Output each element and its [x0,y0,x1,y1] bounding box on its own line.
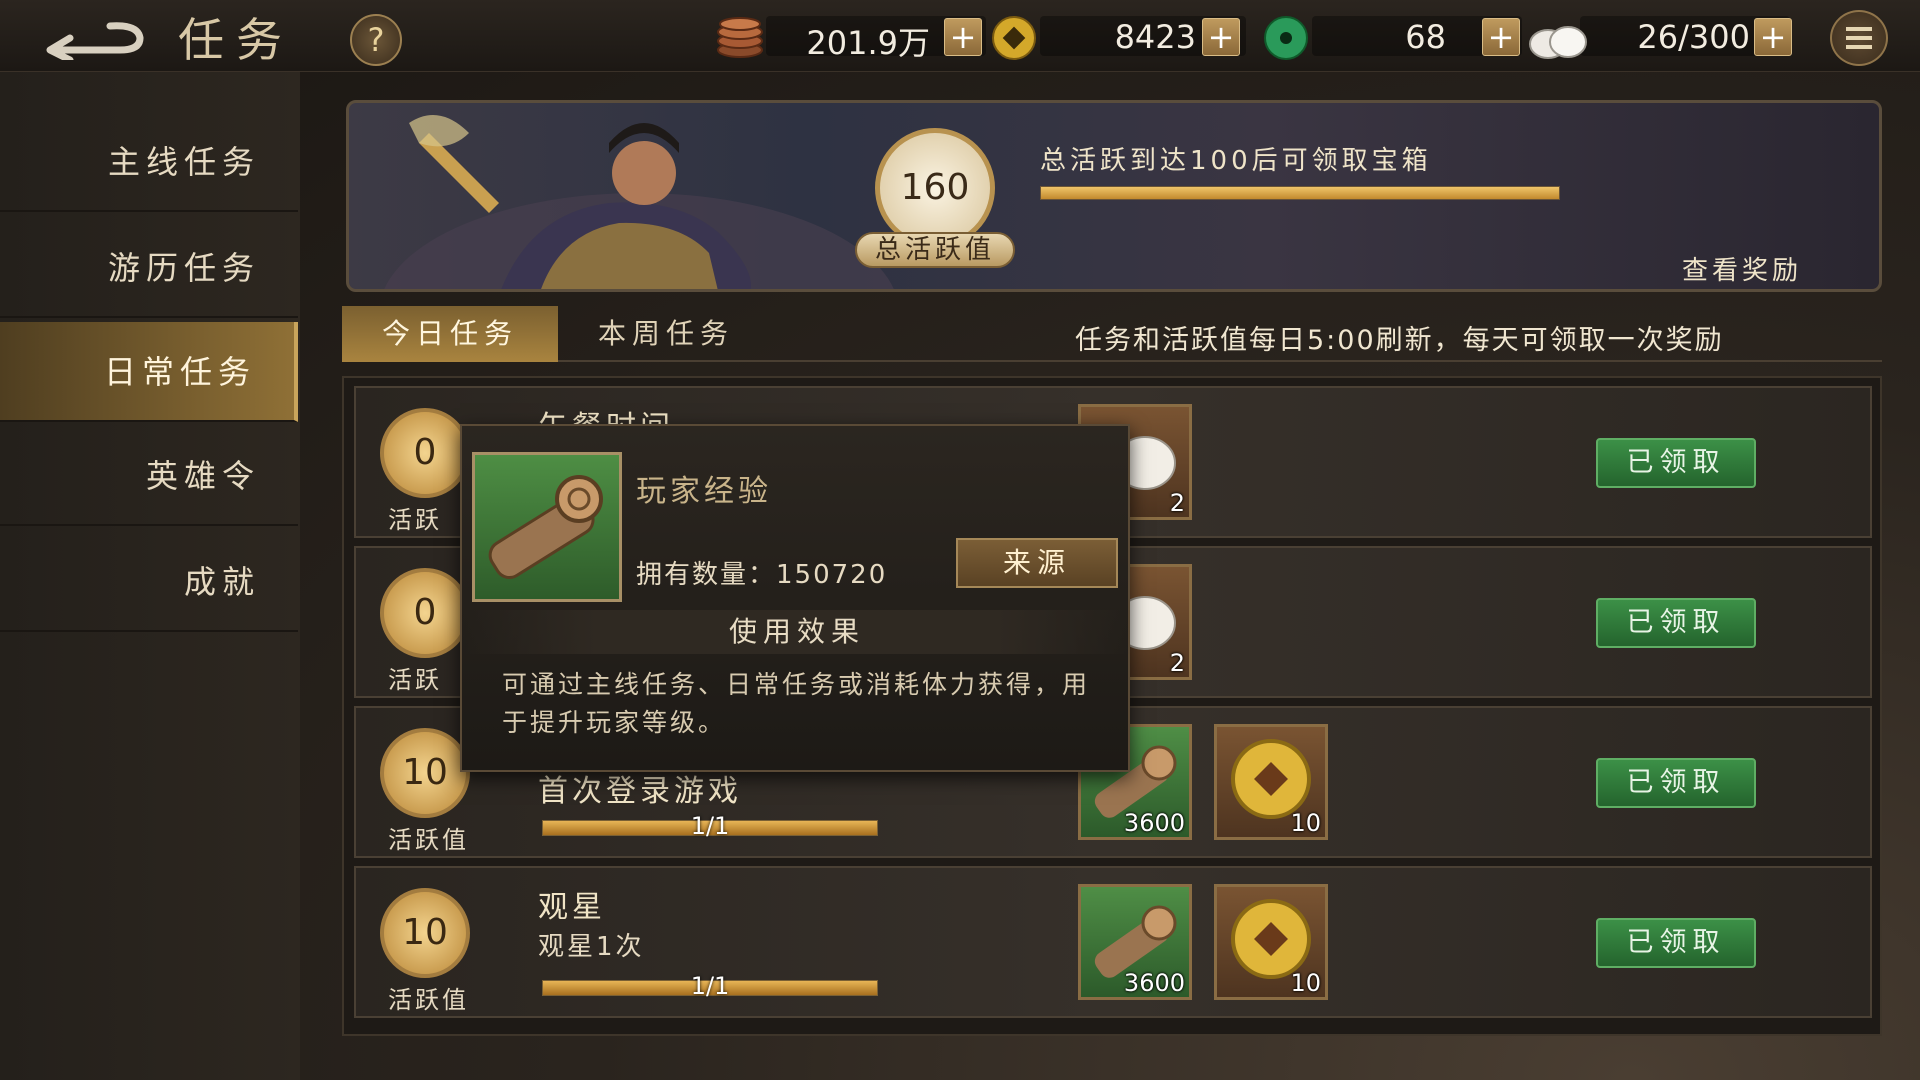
reward-count: 10 [1290,809,1321,837]
back-button[interactable] [40,16,150,64]
sidebar: 主线任务 游历任务 日常任务 英雄令 成就 [0,72,300,1080]
item-count: 拥有数量：150720 [636,554,887,591]
add-copper-button[interactable]: + [944,18,982,56]
effect-title: 使用效果 [462,610,1132,654]
activity-points-label: 活跃 [388,666,442,694]
resource-stamina: 26/300 + [1526,14,1792,60]
task-progress-text: 1/1 [690,812,730,840]
activity-points-coin: 0 [380,568,470,658]
task-row: 10 活跃值 观星 观星1次 1/1 3600 10 已领取 [354,866,1872,1018]
back-arrow-icon [46,22,144,64]
task-name: 首次登录游戏 [538,774,742,809]
claimed-button[interactable]: 已领取 [1596,918,1756,968]
page-title: 任务 [178,13,294,67]
add-jade-button[interactable]: + [1482,18,1520,56]
task-progress-text: 1/1 [690,972,730,1000]
top-bar: 任务 ? 201.9万 + 8423 + 68 + 26/300 + [0,0,1920,72]
sidebar-item-travel-quests[interactable]: 游历任务 [0,218,298,318]
gold-ingot-icon [992,16,1036,60]
activity-points-coin: 10 [380,888,470,978]
chest-progress-text: 总活跃到达100后可领取宝箱 [1040,146,1432,176]
chest-progress-fill [1041,187,1559,199]
activity-points-label: 活跃值 [388,826,469,854]
activity-points-coin: 0 [380,408,470,498]
refresh-notice: 任务和活跃值每日5:00刷新，每天可领取一次奖励 [1075,325,1724,356]
sidebar-item-hero-order[interactable]: 英雄令 [0,426,298,526]
sidebar-item-main-quests[interactable]: 主线任务 [0,112,298,212]
activity-points-label: 活跃值 [388,986,469,1014]
item-tooltip: 玩家经验 拥有数量：150720 来源 使用效果 可通过主线任务、日常任务或消耗… [460,424,1132,772]
tab-weekly[interactable]: 本周任务 [558,306,774,362]
resource-jade: 68 + [1260,14,1522,60]
jade-coin-icon [1264,16,1308,60]
claimed-button[interactable]: 已领取 [1596,598,1756,648]
task-description: 观星1次 [538,932,645,962]
stamina-bun-icon [1529,26,1587,59]
activity-points-coin: 10 [380,728,470,818]
reward-item[interactable]: 3600 [1078,884,1192,1000]
item-count-label: 拥有数量： [636,560,777,590]
item-icon-frame [472,452,622,602]
resource-copper: 201.9万 + [714,14,986,62]
reward-count: 3600 [1123,969,1185,997]
copper-value: 201.9万 [806,24,930,62]
item-name: 玩家经验 [636,474,772,509]
activity-points-label: 活跃 [388,506,442,534]
reward-item[interactable]: 10 [1214,884,1328,1000]
reward-count: 10 [1290,969,1321,997]
add-stamina-button[interactable]: + [1754,18,1792,56]
claimed-button[interactable]: 已领取 [1596,758,1756,808]
exp-scroll-icon [488,475,603,580]
add-gold-button[interactable]: + [1202,18,1240,56]
gold-value: 8423 [1114,18,1196,56]
chest-progress-bar [1040,186,1560,200]
task-name: 观星 [538,890,606,925]
item-count-value: 150720 [776,560,888,590]
activity-label: 总活跃值 [855,232,1015,268]
menu-button[interactable] [1830,10,1888,66]
list-menu-icon [1846,27,1872,49]
resource-gold: 8423 + [988,14,1248,60]
reward-count: 3600 [1123,809,1185,837]
activity-medal: 160 [875,128,995,248]
reward-item[interactable]: 10 [1214,724,1328,840]
claimed-button[interactable]: 已领取 [1596,438,1756,488]
stamina-value: 26/300 [1637,18,1750,56]
sidebar-item-achievements[interactable]: 成就 [0,532,298,632]
item-description: 可通过主线任务、日常任务或消耗体力获得，用于提升玩家等级。 [502,670,1091,737]
sidebar-item-daily-quests[interactable]: 日常任务 [0,322,298,422]
source-button[interactable]: 来源 [956,538,1118,588]
hero-portrait [384,115,894,289]
copper-coins-icon [717,17,763,58]
reward-count: 2 [1169,489,1185,517]
tab-today[interactable]: 今日任务 [342,306,558,362]
view-rewards-label[interactable]: 查看奖励 [1682,250,1802,287]
reward-count: 2 [1169,649,1185,677]
jade-value: 68 [1405,18,1446,56]
help-button[interactable]: ? [350,14,402,66]
